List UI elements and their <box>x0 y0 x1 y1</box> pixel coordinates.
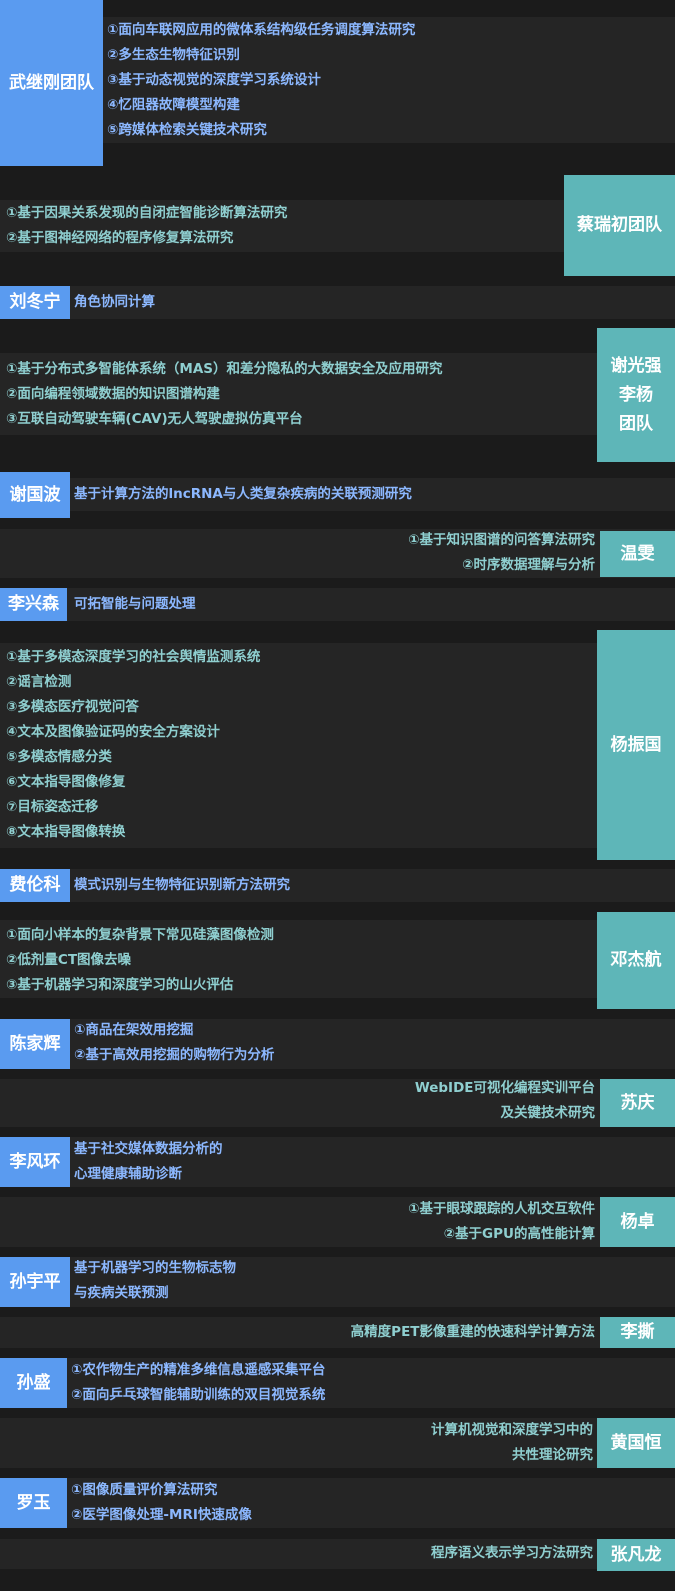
project-item: ①图像质量评价算法研究 <box>71 1482 218 1498</box>
team-name: 张凡龙 <box>597 1539 675 1571</box>
project-item: ①基于分布式多智能体系统（MAS）和差分隐私的大数据安全及应用研究 <box>6 361 443 377</box>
project-list: WebIDE可视化编程实训平台 及关键技术研究 <box>415 1076 595 1126</box>
project-list: ①基于分布式多智能体系统（MAS）和差分隐私的大数据安全及应用研究 ②面向编程领… <box>6 357 443 432</box>
project-item: ③基于动态视觉的深度学习系统设计 <box>107 72 321 88</box>
team-name: 李撕 <box>600 1317 675 1348</box>
project-list: 模式识别与生物特征识别新方法研究 <box>74 873 290 898</box>
project-item: 计算机视觉和深度学习中的 <box>431 1422 593 1438</box>
project-item: 基于计算方法的lncRNA与人类复杂疾病的关联预测研究 <box>74 486 412 502</box>
project-item: ②时序数据理解与分析 <box>462 557 595 573</box>
project-item: 及关键技术研究 <box>500 1105 596 1121</box>
project-item: ①基于眼球跟踪的人机交互软件 <box>408 1201 595 1217</box>
team-name: 谢国波 <box>0 472 70 518</box>
project-item: ③多模态医疗视觉问答 <box>6 699 139 715</box>
project-list: ①农作物生产的精准多维信息遥感采集平台 ②面向乒乓球智能辅助训练的双目视觉系统 <box>71 1358 325 1408</box>
project-list: 基于社交媒体数据分析的 心理健康辅助诊断 <box>74 1137 223 1187</box>
project-item: 模式识别与生物特征识别新方法研究 <box>74 877 290 893</box>
project-item: ①商品在架效用挖掘 <box>74 1022 194 1038</box>
project-item: ②低剂量CT图像去噪 <box>6 952 132 968</box>
team-name: 陈家辉 <box>0 1019 70 1069</box>
project-item: ③互联自动驾驶车辆(CAV)无人驾驶虚拟仿真平台 <box>6 411 303 427</box>
team-name: 黄国恒 <box>597 1418 675 1468</box>
team-name: 温雯 <box>600 531 675 577</box>
project-item: 心理健康辅助诊断 <box>74 1166 182 1182</box>
team-name: 杨卓 <box>600 1197 675 1247</box>
project-list: ①面向车联网应用的微体系结构级任务调度算法研究 ②多生态生物特征识别 ③基于动态… <box>107 18 415 143</box>
team-name-line: 谢光强 <box>610 355 662 376</box>
project-list: ①商品在架效用挖掘 ②基于高效用挖掘的购物行为分析 <box>74 1018 274 1068</box>
project-item: ⑤跨媒体检索关键技术研究 <box>107 122 267 138</box>
team-name: 孙宇平 <box>0 1257 70 1307</box>
project-item: ②多生态生物特征识别 <box>107 47 240 63</box>
project-list: 高精度PET影像重建的快速科学计算方法 <box>351 1320 595 1345</box>
team-name: 蔡瑞初团队 <box>564 175 675 276</box>
project-item: ⑦目标姿态迁移 <box>6 799 99 815</box>
project-item: ②面向编程领域数据的知识图谱构建 <box>6 386 220 402</box>
team-name: 罗玉 <box>0 1478 67 1528</box>
team-name: 李风环 <box>0 1137 70 1187</box>
project-item: 角色协同计算 <box>74 294 155 310</box>
project-list: ①图像质量评价算法研究 ②医学图像处理-MRI快速成像 <box>71 1478 252 1528</box>
project-item: ①基于多模态深度学习的社会舆情监测系统 <box>6 649 261 665</box>
project-item: ②基于GPU的高性能计算 <box>443 1226 595 1242</box>
team-name: 刘冬宁 <box>0 286 70 319</box>
team-name: 杨振国 <box>597 630 675 860</box>
team-name: 孙盛 <box>0 1358 67 1408</box>
team-name: 武继刚团队 <box>0 0 103 166</box>
team-name: 邓杰航 <box>597 912 675 1009</box>
project-list: ①基于知识图谱的问答算法研究 ②时序数据理解与分析 <box>408 528 595 578</box>
project-list: ①基于因果关系发现的自闭症智能诊断算法研究 ②基于图神经网络的程序修复算法研究 <box>6 201 287 251</box>
team-name-line: 团队 <box>619 413 653 434</box>
team-name: 谢光强 李杨 团队 <box>597 328 675 462</box>
project-item: ⑧文本指导图像转换 <box>6 824 126 840</box>
team-name: 苏庆 <box>600 1079 675 1127</box>
project-item: ④忆阻器故障模型构建 <box>107 97 240 113</box>
project-item: 与疾病关联预测 <box>74 1285 169 1301</box>
project-item: 可拓智能与问题处理 <box>74 596 196 612</box>
team-name: 费伦科 <box>0 869 70 902</box>
project-item: ①基于知识图谱的问答算法研究 <box>408 532 595 548</box>
project-item: ①面向小样本的复杂背景下常见硅藻图像检测 <box>6 927 274 943</box>
project-item: 高精度PET影像重建的快速科学计算方法 <box>350 1324 595 1340</box>
project-item: ④文本及图像验证码的安全方案设计 <box>6 724 220 740</box>
project-item: ②基于高效用挖掘的购物行为分析 <box>74 1047 275 1063</box>
project-list: 程序语义表示学习方法研究 <box>431 1541 593 1566</box>
project-list: ①基于眼球跟踪的人机交互软件 ②基于GPU的高性能计算 <box>408 1197 595 1247</box>
project-item: ①面向车联网应用的微体系结构级任务调度算法研究 <box>107 22 416 38</box>
team-name-line: 李杨 <box>619 384 653 405</box>
project-item: ⑤多模态情感分类 <box>6 749 112 765</box>
project-item: 基于社交媒体数据分析的 <box>74 1141 223 1157</box>
project-item: ①农作物生产的精准多维信息遥感采集平台 <box>71 1362 326 1378</box>
project-item: ③基于机器学习和深度学习的山火评估 <box>6 977 234 993</box>
project-item: 基于机器学习的生物标志物 <box>74 1260 236 1276</box>
project-list: ①面向小样本的复杂背景下常见硅藻图像检测 ②低剂量CT图像去噪 ③基于机器学习和… <box>6 923 274 998</box>
project-item: ②基于图神经网络的程序修复算法研究 <box>6 230 234 246</box>
project-list: 基于机器学习的生物标志物 与疾病关联预测 <box>74 1256 236 1306</box>
project-item: ⑥文本指导图像修复 <box>6 774 126 790</box>
project-item: 共性理论研究 <box>512 1447 593 1463</box>
project-item: ②面向乒乓球智能辅助训练的双目视觉系统 <box>71 1387 326 1403</box>
project-item: ②医学图像处理-MRI快速成像 <box>71 1507 252 1523</box>
project-list: 计算机视觉和深度学习中的 共性理论研究 <box>431 1418 593 1468</box>
project-list: 基于计算方法的lncRNA与人类复杂疾病的关联预测研究 <box>74 482 412 507</box>
project-list: ①基于多模态深度学习的社会舆情监测系统 ②谣言检测 ③多模态医疗视觉问答 ④文本… <box>6 645 260 845</box>
project-item: ②谣言检测 <box>6 674 72 690</box>
project-list: 角色协同计算 <box>74 290 155 315</box>
project-item: ①基于因果关系发现的自闭症智能诊断算法研究 <box>6 205 288 221</box>
team-name: 李兴森 <box>0 588 67 621</box>
project-item: 程序语义表示学习方法研究 <box>431 1545 593 1561</box>
project-list: 可拓智能与问题处理 <box>74 592 196 617</box>
project-item: WebIDE可视化编程实训平台 <box>414 1080 595 1096</box>
